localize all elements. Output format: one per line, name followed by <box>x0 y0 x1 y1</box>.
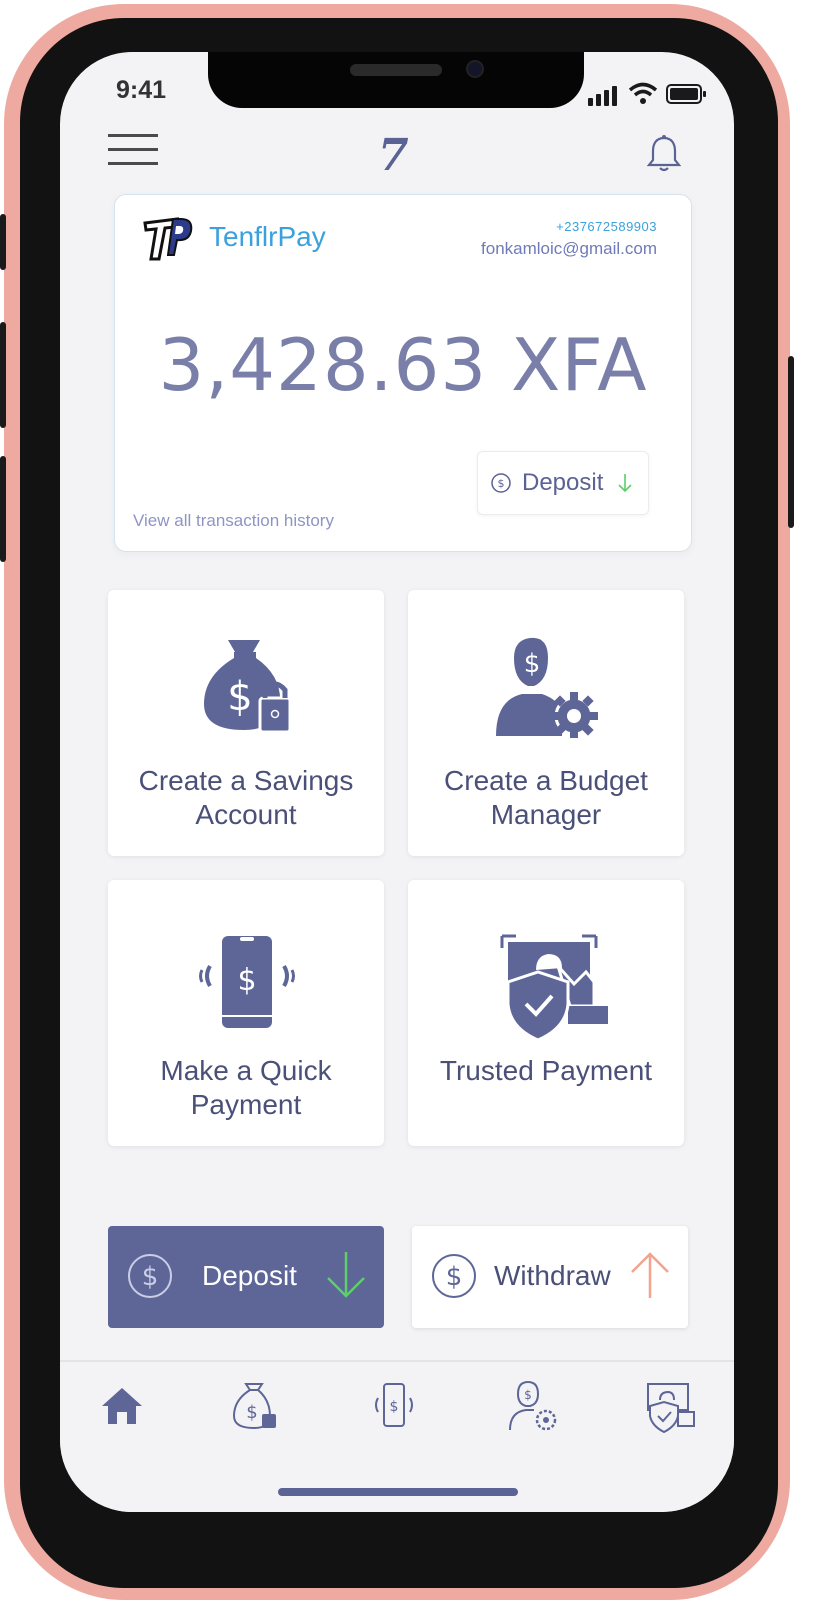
svg-text:$: $ <box>246 1402 257 1423</box>
tile-quick-payment-line1: Make a Quick <box>160 1055 332 1086</box>
balance-amount: 3,428.63 XFA <box>158 323 648 407</box>
front-camera <box>466 60 484 78</box>
status-time: 9:41 <box>116 76 167 104</box>
svg-text:$: $ <box>498 477 505 490</box>
svg-text:$: $ <box>524 1388 532 1402</box>
notch <box>208 52 584 108</box>
tile-quick-payment-line2: Payment <box>190 1089 302 1120</box>
withdraw-button-label: Withdraw <box>494 1260 611 1291</box>
arrow-down-icon <box>618 474 632 493</box>
quick-payment-icon[interactable]: $ <box>366 1378 422 1434</box>
savings-bag-lock-icon: $ <box>204 640 292 734</box>
tile-savings-account[interactable]: $ Create a Savings Account <box>108 590 384 856</box>
balance-card: TenflrPay +237672589903 fonkamloic@gmail… <box>114 194 692 552</box>
svg-text:$: $ <box>227 674 252 720</box>
tile-savings-line1: Create a Savings <box>138 765 354 796</box>
withdraw-button[interactable]: $ Withdraw <box>412 1226 688 1328</box>
account-email: fonkamloic@gmail.com <box>481 239 657 258</box>
account-phone: +237672589903 <box>556 219 657 234</box>
tile-quick-payment[interactable]: $ Make a Quick Payment <box>108 880 384 1146</box>
card-deposit-label: Deposit <box>522 469 604 496</box>
dollar-coin-icon: $ <box>491 473 511 493</box>
svg-text:$: $ <box>237 963 256 998</box>
mute-switch <box>0 214 6 270</box>
home-indicator[interactable] <box>278 1488 518 1496</box>
app-logo: 7 <box>378 130 409 181</box>
tile-trusted-payment[interactable]: Trusted Payment <box>408 880 684 1146</box>
dollar-coin-icon: $ <box>432 1254 476 1298</box>
volume-up-button <box>0 322 6 428</box>
trusted-shield-payment-icon <box>500 934 608 1042</box>
svg-text:$: $ <box>142 1262 159 1292</box>
budget-manager-icon[interactable]: $ <box>506 1378 562 1434</box>
budget-manager-gear-icon: $ <box>496 637 598 738</box>
savings-bag-icon[interactable]: $ <box>228 1378 284 1434</box>
tile-budget-line1: Create a Budget <box>444 765 648 796</box>
dollar-coin-icon: $ <box>128 1254 172 1298</box>
tile-savings-line2: Account <box>195 799 297 830</box>
phone-payment-icon: $ <box>199 936 295 1028</box>
deposit-button-label: Deposit <box>202 1260 297 1291</box>
svg-text:$: $ <box>446 1262 463 1292</box>
brand-name: TenflrPay <box>209 221 326 252</box>
speaker <box>350 64 442 76</box>
svg-text:$: $ <box>524 649 541 679</box>
power-button <box>788 356 794 528</box>
bell-icon[interactable] <box>646 134 682 174</box>
transaction-history-link[interactable]: View all transaction history <box>133 511 334 531</box>
home-icon[interactable] <box>94 1378 150 1434</box>
arrow-up-icon <box>631 1252 669 1298</box>
tenflrpay-logo <box>143 217 193 261</box>
hamburger-menu-icon[interactable] <box>108 134 158 168</box>
tile-budget-line2: Manager <box>490 799 602 830</box>
tile-budget-manager[interactable]: $ Create a Budget Manager <box>408 590 684 856</box>
app-screen: 9:41 7 TenflrPay +237672589903 fonkamloi… <box>60 52 734 1512</box>
volume-down-button <box>0 456 6 562</box>
tile-trusted-payment-label: Trusted Payment <box>439 1055 653 1086</box>
card-deposit-button[interactable]: $ Deposit <box>477 451 649 515</box>
wifi-icon <box>628 82 658 104</box>
svg-text:$: $ <box>390 1399 399 1415</box>
arrow-down-icon <box>327 1252 365 1298</box>
deposit-button[interactable]: $ Deposit <box>108 1226 384 1328</box>
trusted-payment-icon[interactable] <box>642 1378 698 1434</box>
status-icons <box>588 82 708 106</box>
battery-icon <box>666 84 706 104</box>
